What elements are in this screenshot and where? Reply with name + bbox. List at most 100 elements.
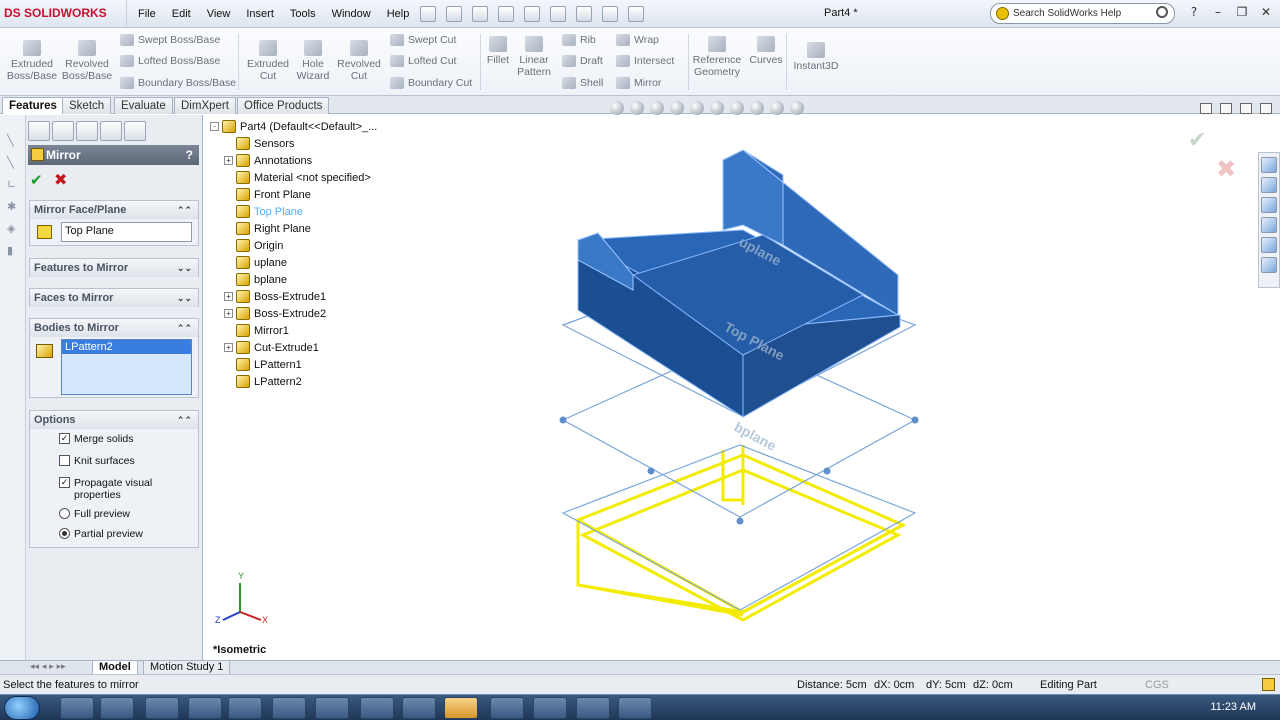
line-icon[interactable]: ╲ [7, 135, 19, 147]
graphics-area[interactable]: Top Plane bplane uplane Y X Z ✔ ✖ [203, 115, 1258, 660]
apply-scene-icon[interactable] [770, 101, 784, 115]
print-icon[interactable] [498, 6, 514, 22]
plane-handle[interactable] [647, 467, 655, 475]
search-input[interactable]: Search SolidWorks Help [990, 3, 1175, 24]
tree-node[interactable]: Origin [224, 237, 283, 254]
tab-dimxpert[interactable]: DimXpert [174, 97, 236, 114]
menu-edit[interactable]: Edit [165, 0, 198, 28]
plane-handle[interactable] [736, 517, 744, 525]
display-style-icon[interactable] [710, 101, 724, 115]
solidworks-resources-icon[interactable] [1261, 157, 1277, 173]
start-button[interactable] [4, 696, 40, 720]
full-preview-radio[interactable]: Full preview [59, 508, 179, 520]
extruded-cut-button[interactable]: Extruded Cut [244, 40, 292, 82]
menu-view[interactable]: View [200, 0, 238, 28]
wrap-button[interactable]: Wrap [616, 34, 659, 46]
shell-button[interactable]: Shell [562, 77, 603, 89]
checkbox-checked[interactable]: ✓ [59, 433, 70, 444]
features-to-mirror-header[interactable]: Features to Mirror ⌄⌄ [30, 259, 198, 277]
lofted-cut-button[interactable]: Lofted Cut [390, 55, 456, 67]
appearances-icon[interactable] [1261, 237, 1277, 253]
tree-node[interactable]: uplane [224, 254, 287, 271]
tile-vertical-icon[interactable] [1220, 103, 1232, 114]
undo-icon[interactable] [524, 6, 540, 22]
solidworks-taskbar-icon[interactable] [444, 697, 478, 719]
zoom-to-area-icon[interactable] [630, 101, 644, 115]
app-icon[interactable] [618, 697, 652, 719]
expand-icon[interactable]: ⌄⌄ [177, 259, 192, 277]
confirm-cancel-icon[interactable]: ✖ [1216, 155, 1236, 183]
hole-wizard-button[interactable]: Hole Wizard [294, 40, 332, 82]
configuration-manager-tab-icon[interactable] [76, 121, 98, 141]
save-icon[interactable] [472, 6, 488, 22]
internet-explorer-icon[interactable] [60, 697, 94, 719]
property-manager-tab-icon[interactable] [52, 121, 74, 141]
corner-icon[interactable]: ∟ [7, 179, 19, 191]
extruded-boss-button[interactable]: Extruded Boss/Base [6, 40, 58, 82]
intersect-button[interactable]: Intersect [616, 55, 674, 67]
radio-on[interactable] [59, 528, 70, 539]
edit-appearance-icon[interactable] [750, 101, 764, 115]
app-icon[interactable] [533, 697, 567, 719]
system-clock[interactable]: 11:23 AM [1210, 701, 1256, 713]
options-icon[interactable] [628, 6, 644, 22]
restore-view-icon[interactable] [1240, 103, 1252, 114]
fillet-button[interactable]: Fillet [484, 36, 512, 66]
tab-evaluate[interactable]: Evaluate [114, 97, 173, 114]
checkbox-unchecked[interactable] [59, 455, 70, 466]
file-explorer-icon[interactable] [100, 697, 134, 719]
app-icon[interactable] [360, 697, 394, 719]
revolved-cut-button[interactable]: Revolved Cut [334, 40, 384, 82]
tile-icon[interactable] [1200, 103, 1212, 114]
tree-node[interactable]: Mirror1 [224, 322, 289, 339]
menu-tools[interactable]: Tools [283, 0, 323, 28]
list-item[interactable]: LPattern2 [62, 340, 191, 354]
tab-motion-study[interactable]: Motion Study 1 [143, 661, 231, 675]
tree-node[interactable]: Right Plane [224, 220, 311, 237]
menu-file[interactable]: File [131, 0, 163, 28]
tree-node[interactable]: bplane [224, 271, 287, 288]
cube-icon[interactable]: ◈ [7, 223, 19, 235]
knit-surfaces-checkbox[interactable]: Knit surfaces [59, 455, 179, 467]
section-view-icon[interactable] [670, 101, 684, 115]
file-properties-icon[interactable] [602, 6, 618, 22]
design-library-icon[interactable] [1261, 177, 1277, 193]
plane-handle[interactable] [911, 416, 919, 424]
collapse-icon[interactable]: ⌃⌃ [177, 201, 192, 219]
expand-icon[interactable]: + [224, 292, 233, 301]
new-icon[interactable] [420, 6, 436, 22]
confirm-ok-icon[interactable]: ✔ [1188, 128, 1206, 153]
radio-off[interactable] [59, 508, 70, 519]
close-icon[interactable]: ✕ [1258, 4, 1274, 20]
rebuild-status-icon[interactable] [1262, 678, 1275, 691]
options-header[interactable]: Options ⌃⌃ [30, 411, 198, 429]
expand-icon[interactable]: ⌄⌄ [177, 289, 192, 307]
plane-handle[interactable] [559, 416, 567, 424]
display-manager-tab-icon[interactable] [124, 121, 146, 141]
draft-button[interactable]: Draft [562, 55, 603, 67]
previous-view-icon[interactable] [650, 101, 664, 115]
tab-scroll-arrows-icon[interactable]: ◂◂ ◂ ▸ ▸▸ [30, 662, 66, 672]
feature-manager-tab-icon[interactable] [28, 121, 50, 141]
faces-to-mirror-header[interactable]: Faces to Mirror ⌄⌄ [30, 289, 198, 307]
tab-office-products[interactable]: Office Products [237, 97, 330, 114]
swept-boss-button[interactable]: Swept Boss/Base [120, 34, 220, 46]
reference-geometry-button[interactable]: Reference Geometry [692, 36, 742, 78]
mirror-button[interactable]: Mirror [616, 77, 661, 89]
app-icon[interactable] [576, 697, 610, 719]
tree-node[interactable]: + Boss-Extrude1 [224, 288, 326, 305]
tree-node[interactable]: Front Plane [224, 186, 311, 203]
tab-features[interactable]: Features [2, 97, 64, 114]
boundary-boss-button[interactable]: Boundary Boss/Base [120, 77, 236, 89]
bar-icon[interactable]: ▮ [7, 245, 19, 257]
collapse-icon[interactable]: ⌃⌃ [177, 319, 192, 337]
vlc-icon[interactable] [402, 697, 436, 719]
menu-window[interactable]: Window [325, 0, 378, 28]
checkbox-checked[interactable]: ✓ [59, 477, 70, 488]
tab-model[interactable]: Model [92, 661, 138, 675]
view-settings-icon[interactable] [790, 101, 804, 115]
app-icon[interactable] [315, 697, 349, 719]
propagate-visual-properties-checkbox[interactable]: ✓ Propagate visual properties [59, 477, 179, 501]
bodies-list[interactable]: LPattern2 [61, 339, 192, 395]
ok-button[interactable]: ✔ [30, 171, 43, 189]
